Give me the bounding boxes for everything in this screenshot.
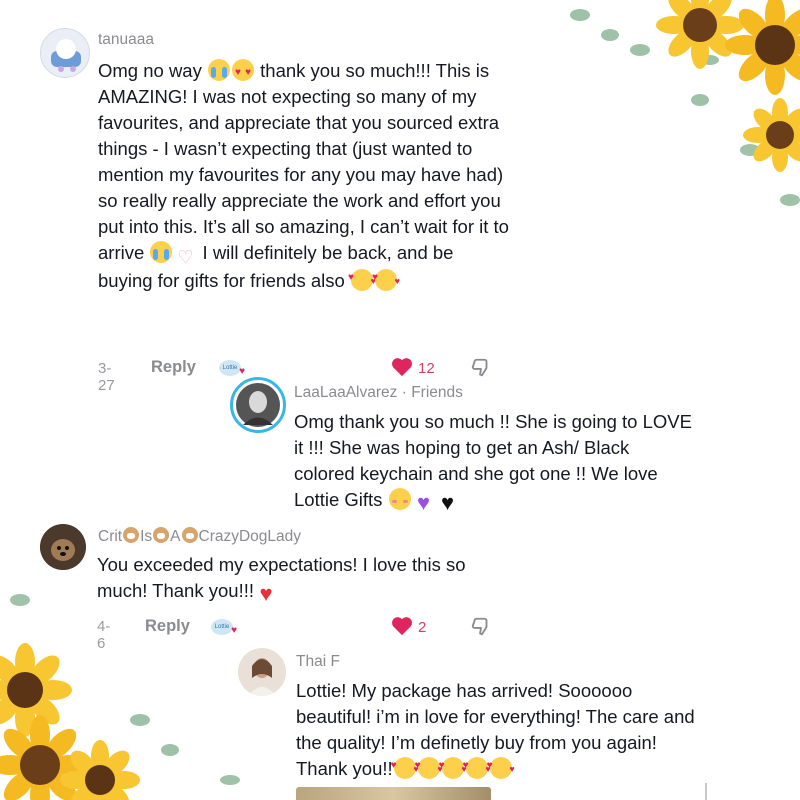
heart-hands-emoji-icon: ♡: [177, 247, 194, 267]
scrollbar[interactable]: [705, 783, 707, 800]
avatar[interactable]: [238, 648, 286, 696]
comment-date: 4-6: [97, 618, 111, 652]
avatar[interactable]: [40, 524, 86, 570]
smiling-face-hearts-emoji-icon: [348, 265, 376, 294]
like-count: 2: [418, 619, 427, 636]
red-heart-emoji-icon: ♥: [259, 581, 273, 606]
smiling-face-hearts-emoji-icon: [372, 265, 400, 294]
purple-heart-emoji-icon: ♥: [417, 490, 431, 515]
comment-username[interactable]: Thai F: [296, 653, 340, 671]
sunflower-decoration-bottom-left: [0, 594, 240, 800]
comment-username[interactable]: tanuaaa: [98, 31, 154, 49]
comment-text: Omg no way thank you so much!!! This is …: [98, 58, 513, 294]
black-heart-emoji-icon: ♥: [441, 490, 455, 515]
avatar[interactable]: [230, 377, 286, 433]
smiling-face-hearts-emoji-icon: [487, 753, 515, 782]
smiling-face-hearts-emoji-icon: [439, 753, 467, 782]
crying-emoji-icon: [150, 241, 173, 263]
crying-emoji-icon: [208, 59, 230, 81]
attached-photo-thumbnail[interactable]: [296, 787, 491, 800]
creator-badge-label: Lottie: [222, 365, 238, 371]
dog-emoji-icon: [153, 527, 170, 543]
avatar[interactable]: [40, 28, 90, 78]
creator-badge-label: Lottie: [214, 624, 230, 630]
thumbs-down-icon[interactable]: [470, 357, 492, 379]
reply-button[interactable]: Reply: [145, 617, 190, 636]
blushing-emoji-icon: [388, 488, 411, 510]
comment-username[interactable]: Crit Is A CrazyDogLady: [98, 527, 301, 546]
like-count: 12: [418, 360, 435, 377]
smiling-face-hearts-emoji-icon: [463, 753, 491, 782]
comment-username[interactable]: LaaLaaAlvarez · Friends: [294, 384, 463, 402]
comment-text: You exceeded my expectations! I love thi…: [97, 554, 466, 606]
heart-eyes-emoji-icon: [232, 59, 254, 86]
dog-emoji-icon: [123, 527, 140, 543]
creator-liked-badge: Lottie: [211, 619, 237, 639]
heart-filled-icon[interactable]: [391, 357, 413, 377]
reply-button[interactable]: Reply: [151, 358, 196, 377]
dog-emoji-icon: [181, 527, 198, 543]
thumbs-down-icon[interactable]: [470, 616, 492, 638]
smiling-face-hearts-emoji-icon: [391, 753, 419, 782]
comment-text: Omg thank you so much !! She is going to…: [294, 411, 692, 515]
heart-filled-icon[interactable]: [391, 616, 413, 636]
smiling-face-hearts-emoji-icon: [415, 753, 443, 782]
sunflower-decoration-top-right: [570, 0, 800, 206]
comment-text: Lottie! My package has arrived! Soooooo …: [296, 678, 701, 782]
comment-date: 3-27: [98, 360, 115, 394]
creator-liked-badge: Lottie: [219, 360, 245, 380]
